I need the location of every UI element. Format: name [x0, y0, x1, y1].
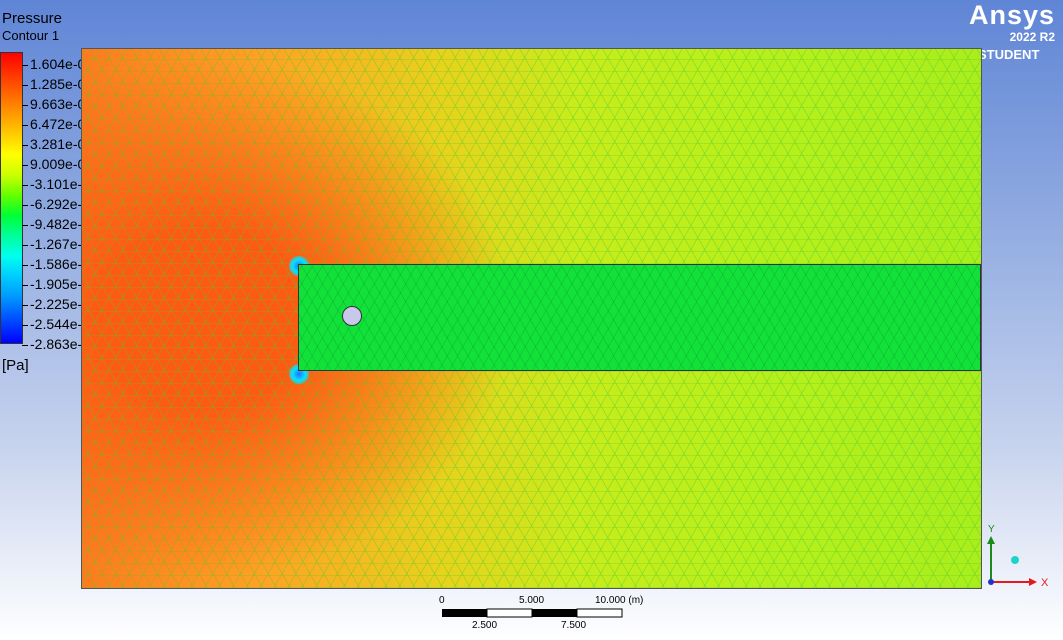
pressure-colorbar	[0, 52, 23, 344]
scale-label-7_5: 7.500	[561, 620, 587, 631]
scale-bar: 0 5.000 10.000 (m) 2.500 7.500	[430, 592, 670, 636]
graphics-viewport[interactable]	[81, 48, 982, 589]
scale-label-10: 10.000 (m)	[595, 595, 644, 606]
brand-logo: Ansys 2022 R2	[969, 0, 1055, 44]
brand-name: Ansys	[968, 0, 1055, 30]
scale-segment	[532, 609, 577, 617]
y-axis-label: Y	[988, 524, 995, 535]
cylinder-obstacle[interactable]	[342, 306, 362, 326]
z-axis-marker	[1011, 556, 1019, 564]
scale-segment	[442, 609, 487, 617]
scale-segment	[576, 608, 623, 618]
channel-mesh	[299, 265, 980, 370]
x-axis-label: X	[1041, 577, 1049, 589]
legend-subtitle: Contour 1	[2, 28, 60, 43]
scale-bar-graphic	[442, 608, 623, 618]
x-axis-arrow	[1029, 578, 1037, 586]
scale-label-5: 5.000	[519, 595, 545, 606]
legend-unit: [Pa]	[2, 357, 29, 374]
y-axis-arrow	[987, 536, 995, 544]
scale-segment	[486, 608, 533, 618]
axis-triad[interactable]: Y X	[983, 520, 1053, 590]
channel-region[interactable]	[298, 264, 981, 371]
scale-label-2_5: 2.500	[472, 620, 498, 631]
brand-edition: STUDENT	[978, 47, 1040, 62]
scale-label-0: 0	[439, 595, 445, 606]
brand-version: 2022 R2	[1009, 30, 1055, 44]
legend-title: Pressure	[2, 10, 63, 27]
origin-marker	[988, 579, 994, 585]
